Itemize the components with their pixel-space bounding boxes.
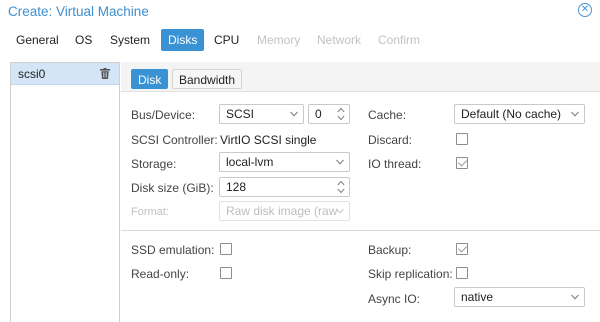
storage-label: Storage:: [131, 157, 177, 171]
disk-size-value: 128: [226, 180, 247, 194]
chevron-down-icon: [336, 159, 344, 165]
device-number-value: 0: [315, 107, 322, 121]
tab-system[interactable]: System: [103, 29, 157, 51]
skip-replication-checkbox[interactable]: [456, 267, 468, 279]
discard-label: Discard:: [368, 133, 413, 147]
chevron-down-icon: [290, 111, 298, 117]
subtab-bandwidth[interactable]: Bandwidth: [172, 69, 243, 89]
trash-icon[interactable]: [100, 68, 110, 79]
chevron-down-icon: [571, 294, 579, 300]
section-divider: [121, 230, 600, 231]
read-only-label: Read-only:: [131, 267, 190, 281]
backup-checkbox[interactable]: [456, 243, 468, 255]
async-io-label: Async IO:: [368, 292, 421, 306]
chevron-down-icon: [336, 208, 344, 214]
read-only-checkbox[interactable]: [220, 267, 232, 279]
tab-confirm: Confirm: [378, 33, 421, 47]
tab-network: Network: [317, 33, 362, 47]
cache-label: Cache:: [368, 108, 407, 122]
cache-select-value: Default (No cache): [461, 107, 562, 121]
device-number-stepper[interactable]: 0: [308, 104, 350, 124]
skip-replication-label: Skip replication:: [368, 267, 453, 281]
format-label: Format:: [131, 206, 169, 218]
cache-select[interactable]: Default (No cache): [454, 104, 585, 124]
spinner-arrows-icon[interactable]: [337, 180, 345, 194]
disk-list-item-scsi0[interactable]: scsi0: [11, 63, 119, 85]
io-thread-checkbox[interactable]: [456, 157, 468, 169]
bus-select[interactable]: SCSI: [219, 104, 304, 124]
subtab-disk[interactable]: Disk: [131, 69, 169, 89]
window-titlebar: Create: Virtual Machine ✕: [0, 0, 600, 26]
wizard-tabs: General OS System Disks CPU Memory Netwo…: [0, 29, 600, 53]
backup-label: Backup:: [368, 243, 412, 257]
async-io-select-value: native: [461, 290, 494, 304]
tab-memory: Memory: [257, 33, 301, 47]
close-icon[interactable]: ✕: [578, 3, 592, 17]
ssd-emulation-label: SSD emulation:: [131, 243, 215, 257]
tab-cpu[interactable]: CPU: [207, 29, 246, 51]
chevron-down-icon: [571, 111, 579, 117]
disk-list: scsi0: [10, 62, 120, 322]
disk-size-label: Disk size (GiB):: [131, 181, 214, 195]
format-select: Raw disk image (raw: [219, 201, 350, 221]
scsi-controller-value: VirtIO SCSI single: [220, 133, 317, 147]
bus-select-value: SCSI: [226, 107, 255, 121]
discard-checkbox[interactable]: [456, 133, 468, 145]
async-io-select[interactable]: native: [454, 287, 585, 307]
storage-select[interactable]: local-lvm: [219, 152, 350, 172]
format-select-value: Raw disk image (raw: [226, 204, 338, 218]
tab-disks[interactable]: Disks: [161, 29, 205, 51]
scsi-controller-label: SCSI Controller:: [131, 133, 218, 147]
tab-general[interactable]: General: [9, 29, 66, 51]
disk-subtabs: Disk Bandwidth: [121, 62, 600, 92]
ssd-emulation-checkbox[interactable]: [220, 243, 232, 255]
spinner-arrows-icon[interactable]: [337, 107, 345, 121]
tab-os[interactable]: OS: [68, 29, 99, 51]
io-thread-label: IO thread:: [368, 157, 422, 171]
window-title: Create: Virtual Machine: [8, 4, 149, 19]
disk-list-item-label: scsi0: [18, 67, 46, 81]
bus-device-label: Bus/Device:: [131, 108, 196, 122]
storage-select-value: local-lvm: [226, 155, 274, 169]
disk-size-stepper[interactable]: 128: [219, 177, 350, 197]
